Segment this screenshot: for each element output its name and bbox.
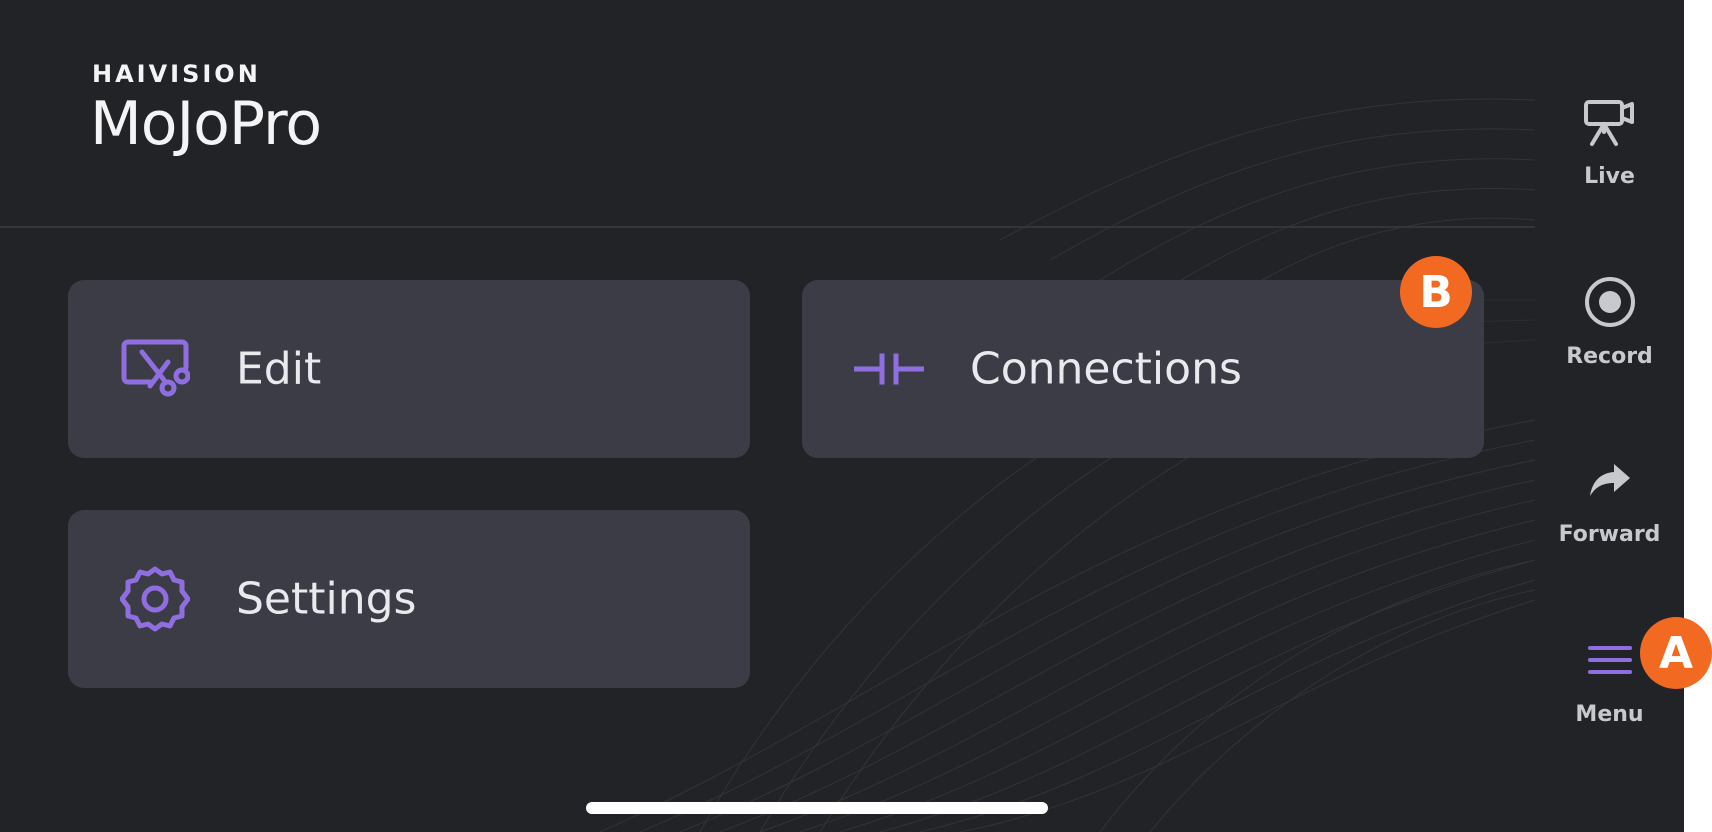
- settings-tile[interactable]: Settings: [68, 510, 750, 688]
- forward-arrow-icon: [1580, 450, 1640, 510]
- nav-menu-label: Menu: [1575, 702, 1644, 727]
- hamburger-menu-icon: [1580, 630, 1640, 690]
- edit-tile[interactable]: Edit: [68, 280, 750, 458]
- edit-label: Edit: [236, 343, 322, 395]
- nav-forward-button[interactable]: Forward: [1535, 450, 1684, 600]
- callout-badge-a: A: [1640, 617, 1712, 689]
- home-panel: HAIVISION MoJoPro Edit Connections Setti…: [0, 0, 1535, 832]
- connections-plug-icon: [854, 334, 924, 404]
- camera-icon: [1580, 92, 1640, 152]
- header-divider: [0, 226, 1535, 228]
- company-name: HAIVISION: [92, 60, 261, 88]
- nav-record-button[interactable]: Record: [1535, 272, 1684, 422]
- nav-forward-label: Forward: [1558, 522, 1661, 547]
- gear-icon: [120, 564, 190, 634]
- side-navigation: Live Record Forward Menu: [1535, 0, 1684, 832]
- record-icon: [1580, 272, 1640, 332]
- connections-label: Connections: [970, 343, 1242, 395]
- product-name: MoJoPro: [90, 89, 322, 159]
- settings-label: Settings: [236, 573, 417, 625]
- home-indicator[interactable]: [586, 802, 1048, 814]
- brand-logo: HAIVISION MoJoPro: [90, 60, 322, 160]
- nav-record-label: Record: [1566, 344, 1653, 369]
- nav-live-label: Live: [1584, 164, 1635, 189]
- video-edit-scissors-icon: [120, 334, 190, 404]
- app-screen: HAIVISION MoJoPro Edit Connections Setti…: [0, 0, 1684, 832]
- callout-badge-b: B: [1400, 256, 1472, 328]
- nav-live-button[interactable]: Live: [1535, 92, 1684, 242]
- connections-tile[interactable]: Connections: [802, 280, 1484, 458]
